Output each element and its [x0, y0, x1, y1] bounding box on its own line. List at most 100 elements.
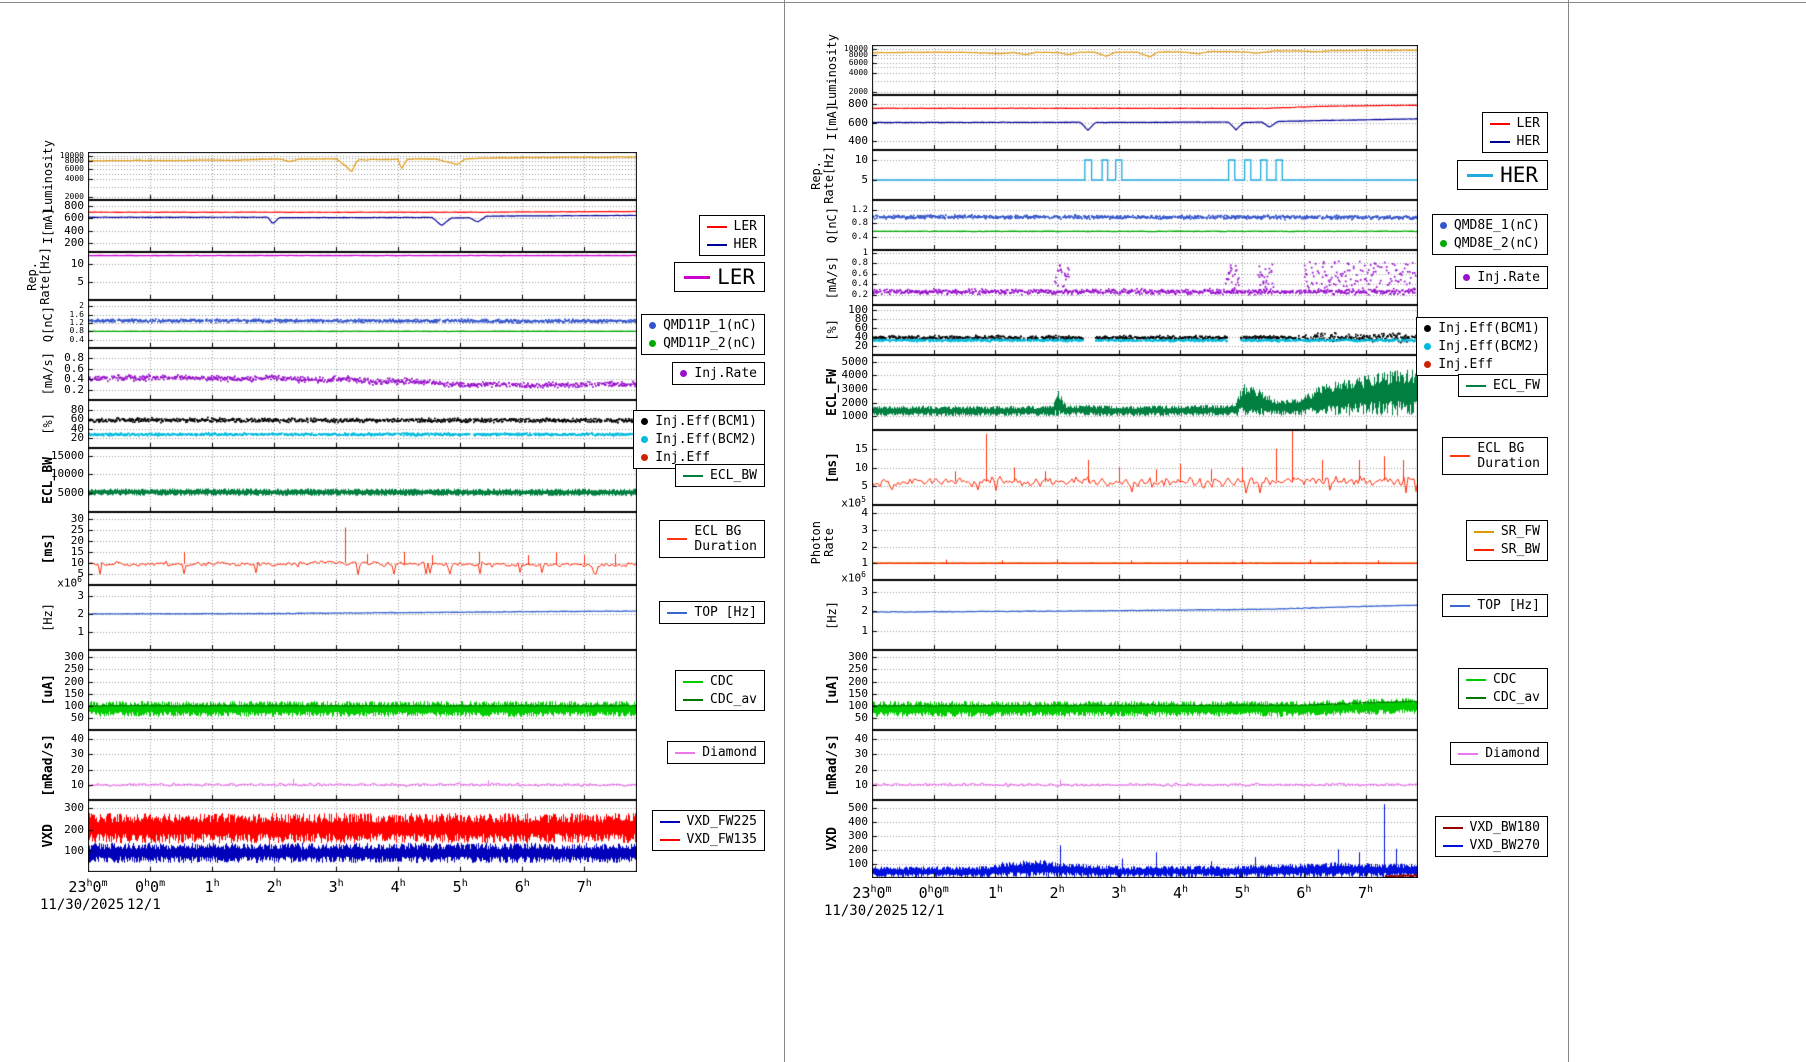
y-axis-label: VXD [826, 779, 839, 899]
legend-label: LER [734, 219, 757, 234]
subplot-left-diamond-canvas [88, 730, 637, 800]
dot-marker-icon [641, 436, 648, 443]
line-marker-icon [1450, 455, 1470, 457]
x-tick-label: 23h0m [53, 876, 123, 895]
line-marker-icon [1490, 123, 1510, 125]
date-label: 11/30/2025 [824, 904, 908, 918]
y-tick-label: 2 [810, 605, 868, 617]
x-tick-label: 4h [1145, 882, 1215, 901]
legend-item: Inj.Rate [680, 366, 757, 381]
date-label: 11/30/2025 [40, 898, 124, 912]
legend-item: LER [707, 219, 757, 234]
x-tick-label: 5h [425, 876, 495, 895]
legend-box: VXD_FW225VXD_FW135 [652, 810, 765, 851]
y-tick-label: 0.4 [810, 231, 868, 243]
legend-box: QMD8E_1(nC) QMD8E_2(nC) [1432, 214, 1548, 255]
legend-box: Inj.Eff(BCM1)Inj.Eff(BCM2)Inj.Eff [633, 410, 765, 469]
line-marker-icon [707, 244, 727, 246]
y-tick-label: 1 [810, 625, 868, 637]
subplot-left-cdc-canvas [88, 650, 637, 730]
legend-item: CDC_av [1466, 690, 1540, 705]
legend-box: Inj.Rate [672, 362, 765, 385]
y-tick-label: 50 [26, 712, 84, 724]
subplot-right-ecl-bg-canvas [872, 430, 1418, 505]
y-tick-label: 1.2 [810, 204, 868, 216]
legend-label: LER [717, 265, 755, 289]
legend-item: VXD_BW180 [1443, 820, 1540, 835]
y-tick-label: 0.4 [26, 334, 84, 346]
legend-label: QMD11P_1(nC) [663, 318, 757, 333]
x-tick-label: 7h [1331, 882, 1401, 901]
legend-box: LER HER [699, 215, 765, 256]
legend-label: ECL BG Duration [1477, 441, 1540, 471]
axis-exponent-label: x106 [22, 574, 82, 589]
y-axis-label-line: VXD [42, 824, 55, 847]
line-marker-icon [1466, 679, 1486, 681]
dot-marker-icon [649, 340, 656, 347]
legend-label: Inj.Eff(BCM2) [1438, 339, 1540, 354]
legend-box: TOP [Hz] [1442, 594, 1548, 617]
dot-marker-icon [680, 370, 687, 377]
legend-label: Inj.Rate [1477, 270, 1540, 285]
legend-label: Inj.Rate [694, 366, 757, 381]
dot-marker-icon [1424, 361, 1431, 368]
line-marker-icon [1466, 697, 1486, 699]
legend-label: LER [1517, 116, 1540, 131]
subplot-left-ecl-bg-canvas [88, 512, 637, 585]
subplot-right-inj-eff-canvas [872, 305, 1418, 355]
line-marker-icon [1458, 753, 1478, 755]
y-tick-label: 0.2 [26, 384, 84, 396]
legend-label: QMD11P_2(nC) [663, 336, 757, 351]
legend-item: Inj.Eff [1424, 357, 1540, 372]
legend-label: HER [734, 237, 757, 252]
legend-box: CDCCDC_av [675, 670, 765, 711]
y-axis-label-line: VXD [826, 827, 839, 850]
line-marker-icon [683, 681, 703, 683]
legend-label: CDC_av [1493, 690, 1540, 705]
legend-item: HER [1490, 134, 1540, 149]
legend-label: SR_BW [1501, 542, 1540, 557]
legend-item: Inj.Rate [1463, 270, 1540, 285]
line-marker-icon [1466, 385, 1486, 387]
y-tick-label: 100 [810, 858, 868, 870]
legend-label: ECL_BW [710, 468, 757, 483]
legend-label: QMD8E_2(nC) [1454, 236, 1540, 251]
subplot-left-inj-eff-canvas [88, 400, 637, 448]
legend-label: CDC [1493, 672, 1516, 687]
subplot-left-rep-rate-canvas [88, 252, 637, 300]
legend-label: ECL BG Duration [694, 524, 757, 554]
legend-label: CDC [710, 674, 733, 689]
legend-item: QMD8E_1(nC) [1440, 218, 1540, 233]
y-tick-label: 20 [810, 340, 868, 352]
legend-box: ECL BG Duration [659, 520, 765, 558]
legend-box: ECL_BW [675, 464, 765, 487]
legend-box: Diamond [1450, 742, 1548, 765]
line-marker-icon [660, 821, 680, 823]
subplot-right-charge-canvas [872, 200, 1418, 250]
legend-label: HER [1500, 163, 1538, 187]
legend-item: LER [1490, 116, 1540, 131]
legend-item: VXD_FW135 [660, 832, 757, 847]
x-tick-label: 5h [1207, 882, 1277, 901]
legend-item: QMD11P_2(nC) [649, 336, 757, 351]
legend-item: Inj.Eff(BCM2) [641, 432, 757, 447]
line-marker-icon [1490, 141, 1510, 143]
x-tick-label: 1h [960, 882, 1030, 901]
legend-label: ECL_FW [1493, 378, 1540, 393]
subplot-right-diamond-canvas [872, 730, 1418, 800]
legend-label: HER [1517, 134, 1540, 149]
y-tick-label: 300 [26, 802, 84, 814]
legend-label: Inj.Eff [1438, 357, 1493, 372]
subplot-left-charge-canvas [88, 300, 637, 348]
x-tick-label: 3h [301, 876, 371, 895]
legend-label: Inj.Eff(BCM2) [655, 432, 757, 447]
legend-box: ECL BG Duration [1442, 437, 1548, 475]
line-marker-icon [1443, 845, 1463, 847]
line-marker-icon [1467, 174, 1493, 177]
line-marker-icon [683, 475, 703, 477]
beam-background-monitor: 100008000600040002000Luminosity800600400… [0, 0, 1806, 1062]
y-tick-label: 800 [26, 200, 84, 212]
legend-item: Inj.Eff(BCM1) [1424, 321, 1540, 336]
legend-item: Inj.Eff(BCM2) [1424, 339, 1540, 354]
legend-box: TOP [Hz] [659, 601, 765, 624]
